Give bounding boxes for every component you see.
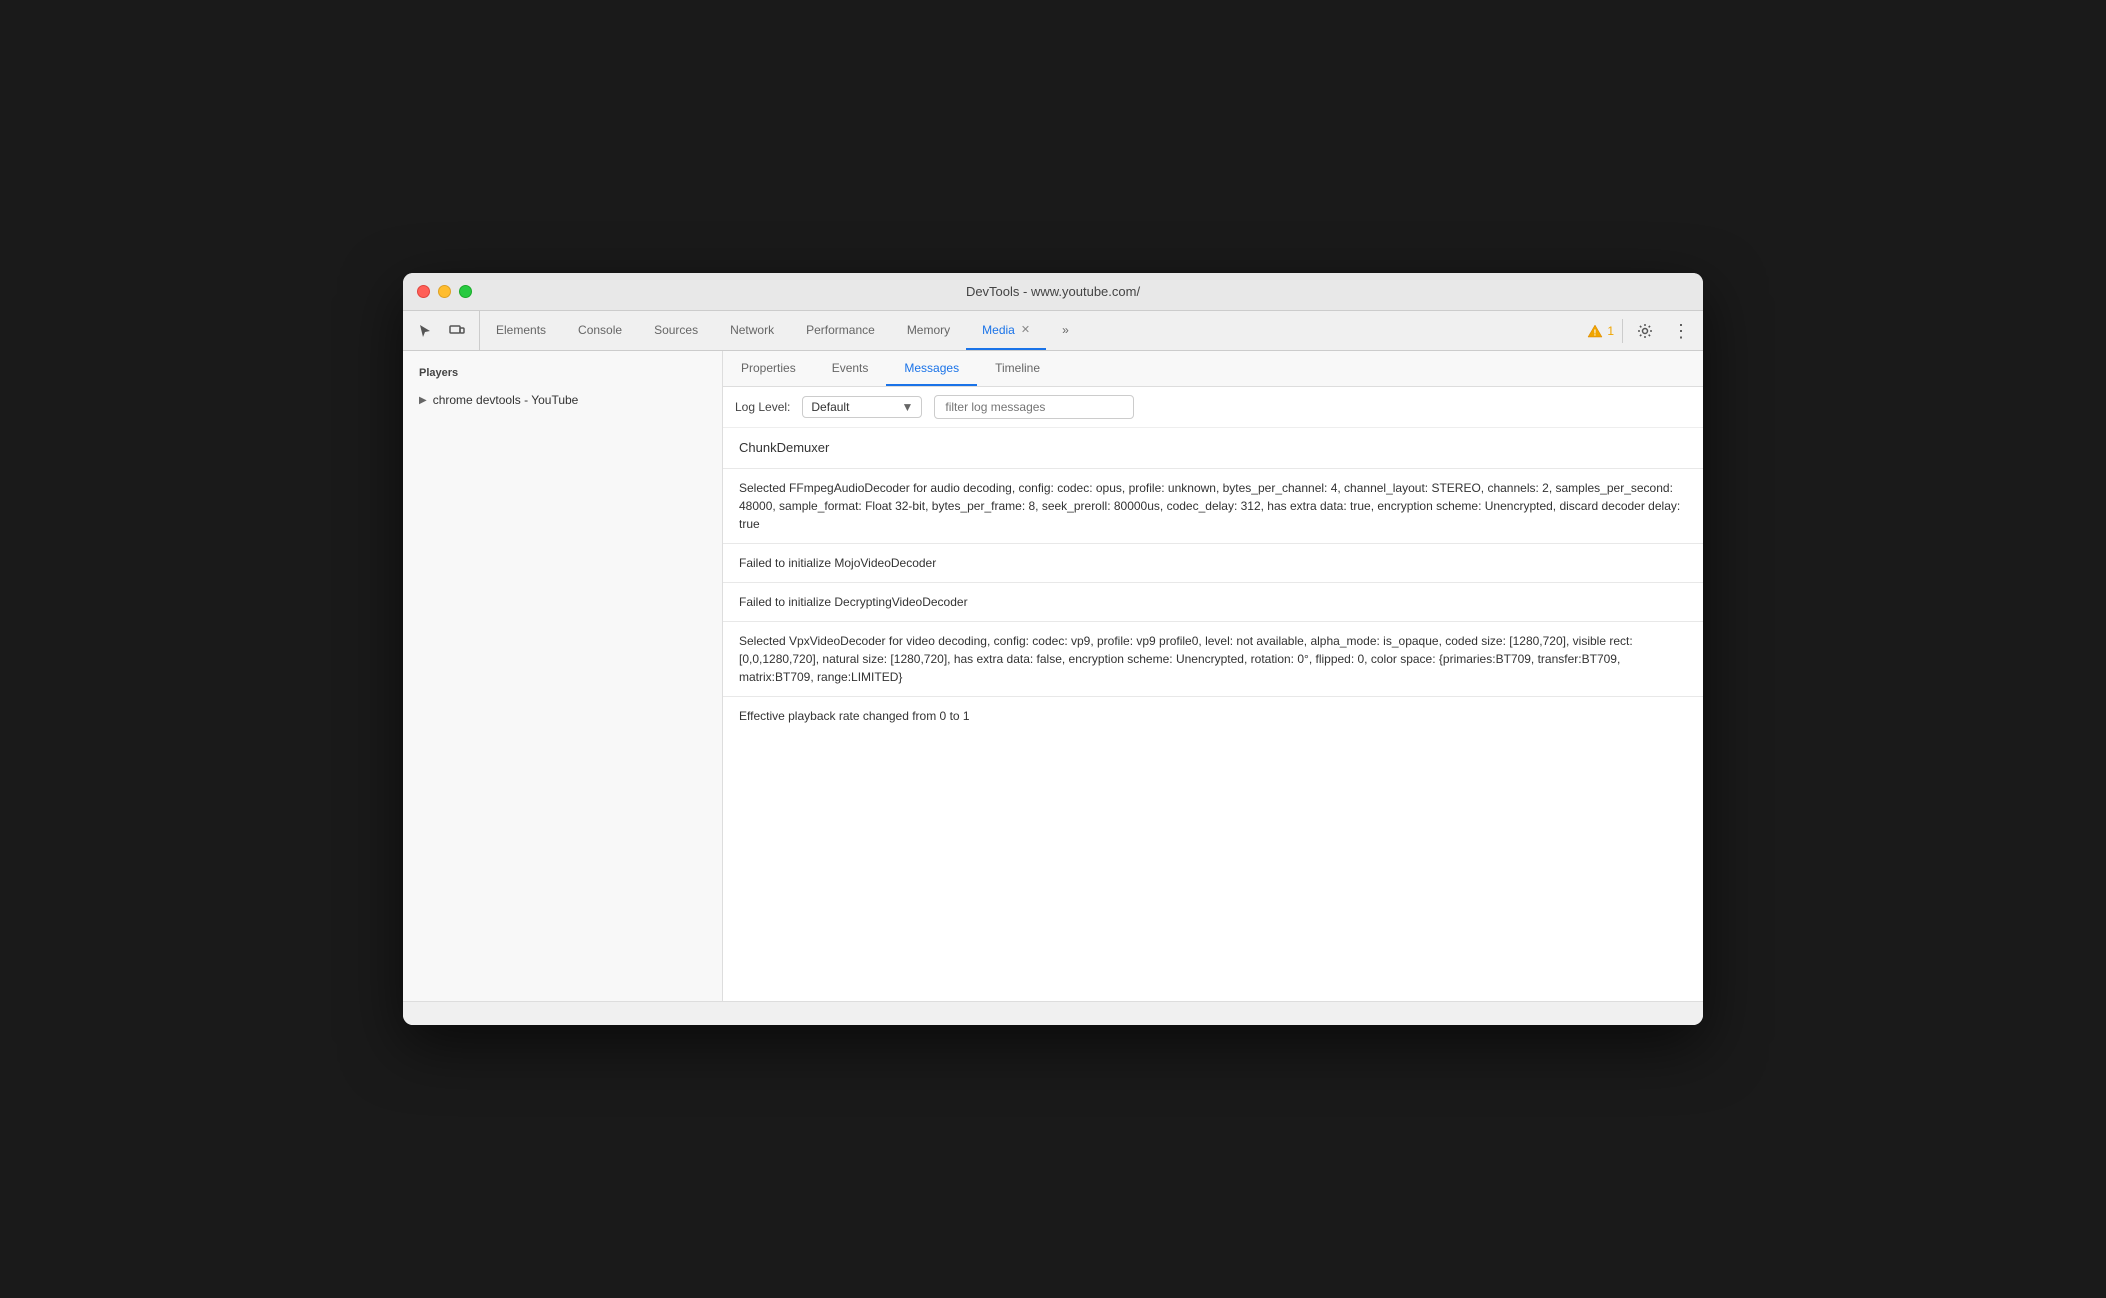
more-options-button[interactable]: ⋮ [1667,317,1695,345]
maximize-button[interactable] [459,285,472,298]
more-tabs-button[interactable]: » [1046,311,1085,350]
tab-events[interactable]: Events [814,351,887,386]
close-button[interactable] [417,285,430,298]
main-content: Players ▶ chrome devtools - YouTube Prop… [403,351,1703,1001]
message-text: Selected FFmpegAudioDecoder for audio de… [739,481,1680,531]
filter-input[interactable] [934,395,1134,419]
sidebar: Players ▶ chrome devtools - YouTube [403,351,723,1001]
dropdown-arrow-icon: ▼ [902,400,914,414]
bottom-bar [403,1001,1703,1025]
toolbar-separator [1622,319,1623,343]
tab-console[interactable]: Console [562,311,638,350]
tab-sources[interactable]: Sources [638,311,714,350]
tab-memory[interactable]: Memory [891,311,966,350]
message-text: Failed to initialize MojoVideoDecoder [739,556,936,570]
panel-tab-bar: Properties Events Messages Timeline [723,351,1703,387]
message-row: Selected FFmpegAudioDecoder for audio de… [723,469,1703,544]
tab-bar: Elements Console Sources Network Perform… [480,311,1579,350]
traffic-lights [417,285,472,298]
tab-properties[interactable]: Properties [723,351,814,386]
messages-list: ChunkDemuxer Selected FFmpegAudioDecoder… [723,428,1703,1001]
window-title: DevTools - www.youtube.com/ [966,284,1140,299]
title-bar: DevTools - www.youtube.com/ [403,273,1703,311]
tab-performance[interactable]: Performance [790,311,891,350]
chevron-right-icon: ▶ [419,395,427,406]
message-row: Failed to initialize MojoVideoDecoder [723,544,1703,583]
message-text: Selected VpxVideoDecoder for video decod… [739,634,1633,684]
tab-close-icon[interactable]: ✕ [1021,323,1030,336]
message-text: Effective playback rate changed from 0 t… [739,709,970,723]
log-level-label: Log Level: [735,400,790,414]
svg-text:!: ! [1594,328,1597,337]
tab-messages[interactable]: Messages [886,351,977,386]
minimize-button[interactable] [438,285,451,298]
toggle-device-icon[interactable] [443,317,471,345]
message-row: ChunkDemuxer [723,428,1703,469]
toolbar-icons [403,311,480,350]
media-panel: Properties Events Messages Timeline Log … [723,351,1703,1001]
message-row: Failed to initialize DecryptingVideoDeco… [723,583,1703,622]
tab-elements[interactable]: Elements [480,311,562,350]
message-row: Selected VpxVideoDecoder for video decod… [723,622,1703,697]
message-row: Effective playback rate changed from 0 t… [723,697,1703,735]
log-level-select[interactable]: Default ▼ [802,396,922,418]
filter-bar: Log Level: Default ▼ [723,387,1703,428]
warning-badge[interactable]: ! 1 [1587,323,1614,339]
tab-network[interactable]: Network [714,311,790,350]
sidebar-item-youtube[interactable]: ▶ chrome devtools - YouTube [403,387,722,413]
sidebar-title: Players [403,363,722,387]
cursor-icon[interactable] [411,317,439,345]
toolbar-right: ! 1 ⋮ [1579,311,1703,350]
tab-media[interactable]: Media ✕ [966,311,1046,350]
settings-button[interactable] [1631,317,1659,345]
main-toolbar: Elements Console Sources Network Perform… [403,311,1703,351]
devtools-window: DevTools - www.youtube.com/ Elements Con [403,273,1703,1025]
tab-timeline[interactable]: Timeline [977,351,1058,386]
message-text: Failed to initialize DecryptingVideoDeco… [739,595,968,609]
message-text: ChunkDemuxer [739,440,829,455]
